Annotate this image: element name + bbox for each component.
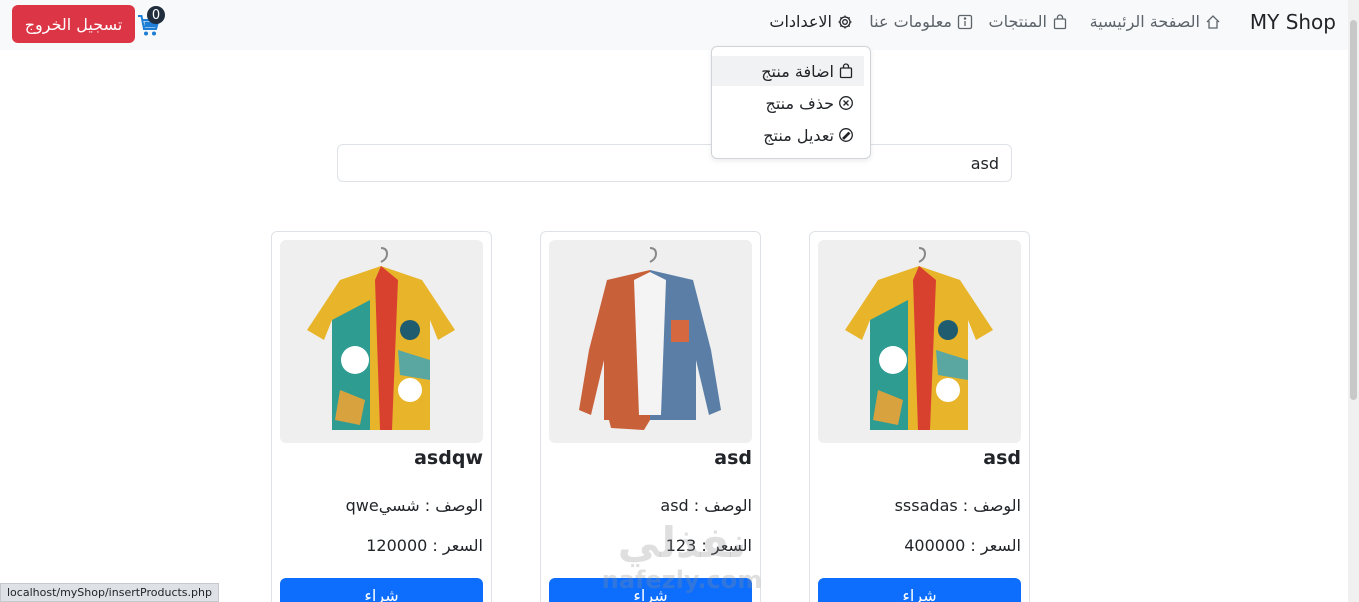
product-description: الوصف : asd <box>660 496 752 515</box>
product-description: الوصف : شسيqwe <box>345 496 483 515</box>
nav-products[interactable]: المنتجات <box>989 12 1069 31</box>
house-icon <box>1206 14 1220 29</box>
product-title: asdqw <box>414 447 483 469</box>
buy-button[interactable]: شراء <box>818 578 1021 602</box>
settings-dropdown-menu: اضافة منتج حذف منتج تعديل منتج <box>711 46 871 159</box>
vertical-scrollbar[interactable] <box>1348 0 1359 602</box>
brand-logo[interactable]: MY Shop <box>1250 10 1336 34</box>
product-card: asd الوصف : asd السعر : 123 شراء <box>540 231 761 602</box>
nav-settings-label: الاعدادات <box>769 12 832 31</box>
menu-item-add-product[interactable]: اضافة منتج <box>712 56 864 86</box>
two-tone-shirt-image <box>579 247 721 430</box>
menu-item-edit-product[interactable]: تعديل منتج <box>712 120 864 150</box>
product-image <box>818 240 1021 443</box>
navbar: MY Shop الصفحة الرئيسية المنتجات معلومات… <box>0 0 1348 50</box>
product-price: السعر : 400000 <box>904 536 1021 555</box>
floral-shirt-image <box>845 247 993 430</box>
x-circle-icon <box>839 96 853 110</box>
search-input[interactable] <box>337 144 1012 182</box>
nav-about[interactable]: معلومات عنا <box>869 12 973 31</box>
nav-home[interactable]: الصفحة الرئيسية <box>1090 12 1221 31</box>
cart-count-badge: 0 <box>147 6 165 24</box>
status-url: localhost/myShop/insertProducts.php <box>7 586 212 599</box>
nav-products-label: المنتجات <box>988 12 1048 31</box>
product-image <box>549 240 752 443</box>
buy-button[interactable]: شراء <box>549 578 752 602</box>
product-title: asd <box>983 447 1021 469</box>
gear-icon <box>838 15 852 28</box>
product-description: الوصف : sssadas <box>894 496 1021 515</box>
logout-button[interactable]: تسجيل الخروج <box>12 5 135 43</box>
browser-status-bar: localhost/myShop/insertProducts.php <box>0 583 219 602</box>
bag-icon <box>1053 13 1067 29</box>
nav-home-label: الصفحة الرئيسية <box>1089 12 1200 31</box>
info-square-icon <box>957 14 973 29</box>
product-title: asd <box>714 447 752 469</box>
nav-about-label: معلومات عنا <box>869 12 952 31</box>
cart-button[interactable]: 0 <box>137 6 165 38</box>
menu-item-add-product-label: اضافة منتج <box>761 61 834 81</box>
product-price: السعر : 123 <box>665 536 752 555</box>
edit-circle-icon <box>839 128 853 142</box>
floral-shirt-image <box>307 247 455 430</box>
product-card: asdqw الوصف : شسيqwe السعر : 120000 شراء <box>271 231 492 602</box>
menu-item-delete-product-label: حذف منتج <box>765 93 834 113</box>
product-image <box>280 240 483 443</box>
bag-icon <box>839 63 853 79</box>
product-card: asd الوصف : sssadas السعر : 400000 شراء <box>809 231 1030 602</box>
product-price: السعر : 120000 <box>366 536 483 555</box>
page: MY Shop الصفحة الرئيسية المنتجات معلومات… <box>0 0 1359 602</box>
menu-item-delete-product[interactable]: حذف منتج <box>712 88 864 118</box>
menu-item-edit-product-label: تعديل منتج <box>763 125 834 145</box>
scrollbar-thumb[interactable] <box>1350 20 1357 400</box>
buy-button[interactable]: شراء <box>280 578 483 602</box>
nav-settings[interactable]: الاعدادات <box>769 12 853 31</box>
